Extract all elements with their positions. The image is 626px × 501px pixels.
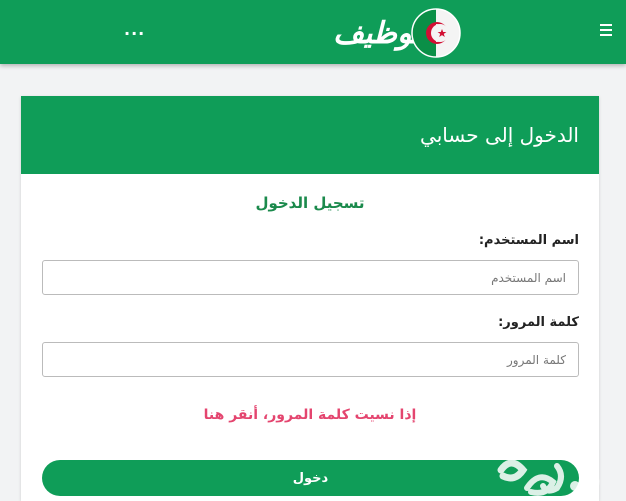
algeria-flag-icon [411, 8, 461, 58]
hamburger-menu-icon[interactable] [598, 24, 612, 37]
page-title: الدخول إلى حسابي [420, 123, 579, 147]
password-label: كلمة المرور: [498, 315, 579, 330]
form-title: تسجيل الدخول [255, 194, 365, 212]
watermark-logo-icon [497, 459, 600, 496]
username-input[interactable] [42, 260, 579, 295]
card-header: الدخول إلى حسابي [21, 96, 599, 174]
login-card: الدخول إلى حسابي تسجيل الدخول اسم المستخ… [21, 96, 599, 501]
more-options-icon[interactable]: ... [124, 20, 145, 39]
logo-wordmark: توظيف [333, 15, 421, 51]
username-label: اسم المستخدم: [478, 233, 579, 248]
site-logo[interactable]: توظيف [333, 6, 464, 60]
password-input[interactable] [42, 342, 579, 377]
forgot-password-link[interactable]: إذا نسيت كلمة المرور، أنقر هنا [21, 407, 599, 423]
top-navigation-bar: توظيف ... [0, 0, 626, 64]
